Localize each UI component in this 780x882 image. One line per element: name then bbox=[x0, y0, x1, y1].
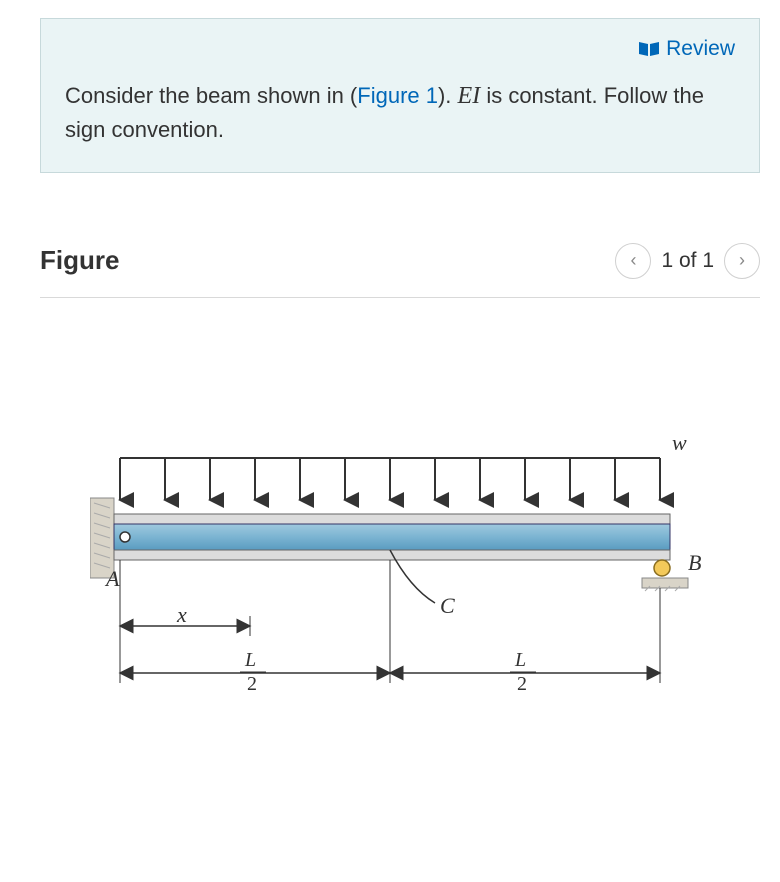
svg-text:2: 2 bbox=[247, 673, 257, 695]
frac-L2-right: L 2 bbox=[510, 649, 536, 695]
next-figure-button[interactable]: › bbox=[724, 243, 760, 279]
distributed-load-arrows bbox=[120, 458, 660, 500]
beam-svg: w C bbox=[90, 428, 730, 728]
problem-info-box: Review Consider the beam shown in (Figur… bbox=[40, 18, 760, 173]
svg-text:L: L bbox=[514, 649, 526, 671]
prev-figure-button[interactable]: ‹ bbox=[615, 243, 651, 279]
frac-L2-left: L 2 bbox=[240, 649, 266, 695]
review-link[interactable]: Review bbox=[638, 37, 735, 60]
pin-A bbox=[120, 532, 130, 542]
label-C: C bbox=[440, 593, 455, 618]
roller-support-B bbox=[642, 560, 688, 591]
ei-symbol: EI bbox=[458, 83, 481, 109]
prompt-part1: Consider the beam shown in ( bbox=[65, 83, 357, 108]
svg-text:L: L bbox=[244, 649, 256, 671]
chevron-right-icon: › bbox=[739, 250, 745, 271]
label-B: B bbox=[688, 550, 701, 575]
problem-prompt: Consider the beam shown in (Figure 1). E… bbox=[65, 79, 735, 146]
chevron-left-icon: ‹ bbox=[630, 250, 636, 271]
review-label: Review bbox=[666, 37, 735, 60]
svg-text:2: 2 bbox=[517, 673, 527, 695]
figure-header: Figure ‹ 1 of 1 › bbox=[40, 243, 760, 298]
load-label-w: w bbox=[672, 430, 687, 455]
beam-diagram: w C bbox=[90, 428, 740, 728]
label-A: A bbox=[104, 566, 120, 591]
figure-title: Figure bbox=[40, 245, 119, 276]
figure-nav: ‹ 1 of 1 › bbox=[615, 243, 760, 279]
prompt-part2: ). bbox=[438, 83, 458, 108]
label-x: x bbox=[176, 602, 187, 627]
book-icon bbox=[638, 41, 660, 57]
review-row: Review bbox=[65, 37, 735, 61]
figure-counter: 1 of 1 bbox=[661, 249, 714, 273]
figure-link[interactable]: Figure 1 bbox=[357, 83, 438, 108]
